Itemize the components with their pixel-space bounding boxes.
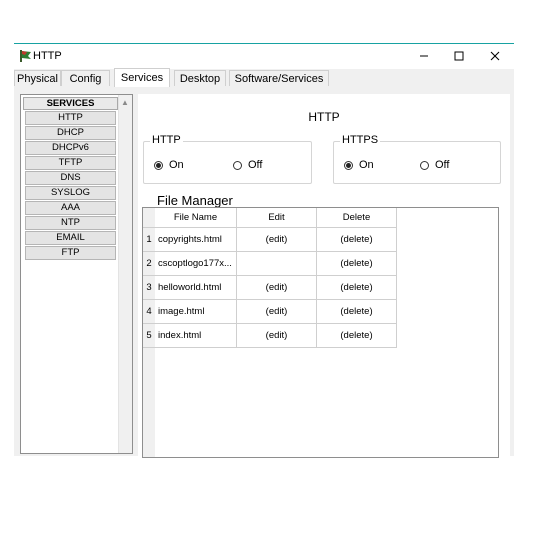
delete-link[interactable]: (delete) xyxy=(316,299,397,324)
services-content: SERVICES HTTP DHCP DHCPv6 TFTP DNS SYSLO… xyxy=(16,87,512,458)
radio-unselected-icon xyxy=(233,160,242,170)
service-item-ftp[interactable]: FTP xyxy=(25,246,116,260)
services-header: SERVICES xyxy=(23,97,118,110)
services-list: SERVICES HTTP DHCP DHCPv6 TFTP DNS SYSLO… xyxy=(23,97,118,261)
services-list-panel: SERVICES HTTP DHCP DHCPv6 TFTP DNS SYSLO… xyxy=(20,94,133,454)
file-manager-title: File Manager xyxy=(157,193,233,208)
panel-title: HTTP xyxy=(308,110,340,124)
row-index: 4 xyxy=(143,299,155,324)
file-name-cell[interactable]: cscoptlogo177x... xyxy=(155,251,237,276)
file-name-cell[interactable]: helloworld.html xyxy=(155,275,237,300)
table-row: 4 image.html (edit) (delete) xyxy=(143,299,397,324)
table-row: 1 copyrights.html (edit) (delete) xyxy=(143,227,397,252)
scroll-up-arrow-icon[interactable]: ▲ xyxy=(121,98,129,107)
tab-software-services[interactable]: Software/Services xyxy=(229,70,329,86)
table-row: 5 index.html (edit) (delete) xyxy=(143,323,397,348)
http-off-label: Off xyxy=(248,159,263,171)
edit-link[interactable]: (edit) xyxy=(236,299,317,324)
tab-services[interactable]: Services xyxy=(114,68,170,87)
service-item-dhcpv6[interactable]: DHCPv6 xyxy=(25,141,116,155)
file-manager-table: File Name Edit Delete 1 copyrights.html … xyxy=(143,208,397,348)
minimize-icon xyxy=(420,55,428,57)
delete-link[interactable]: (delete) xyxy=(316,323,397,348)
tab-desktop[interactable]: Desktop xyxy=(174,70,226,86)
http-service-panel: HTTP HTTP On Off HTTPS On Off File Manag… xyxy=(138,94,510,458)
column-header-delete: Delete xyxy=(316,208,397,228)
index-header xyxy=(143,208,155,228)
edit-link[interactable]: (edit) xyxy=(236,323,317,348)
close-button[interactable] xyxy=(480,46,510,66)
file-name-cell[interactable]: copyrights.html xyxy=(155,227,237,252)
maximize-button[interactable] xyxy=(444,46,474,66)
http-on-label: On xyxy=(169,159,184,171)
https-group-label: HTTPS xyxy=(340,134,381,146)
https-on-radio[interactable]: On xyxy=(344,159,374,171)
http-off-radio[interactable]: Off xyxy=(233,159,262,171)
minimize-button[interactable] xyxy=(409,46,439,66)
radio-selected-icon xyxy=(154,160,163,170)
radio-selected-icon xyxy=(344,160,353,170)
maximize-icon xyxy=(454,51,464,61)
service-item-ntp[interactable]: NTP xyxy=(25,216,116,230)
title-bar: HTTP xyxy=(14,44,514,69)
delete-link[interactable]: (delete) xyxy=(316,251,397,276)
http-group-label: HTTP xyxy=(150,134,183,146)
service-item-aaa[interactable]: AAA xyxy=(25,201,116,215)
table-row: 3 helloworld.html (edit) (delete) xyxy=(143,275,397,300)
file-name-cell[interactable]: index.html xyxy=(155,323,237,348)
app-window: HTTP Physical Config Services Desktop So… xyxy=(14,43,514,458)
row-index: 2 xyxy=(143,251,155,276)
service-item-http[interactable]: HTTP xyxy=(25,111,116,125)
service-item-tftp[interactable]: TFTP xyxy=(25,156,116,170)
column-header-file-name: File Name xyxy=(155,208,237,228)
service-item-email[interactable]: EMAIL xyxy=(25,231,116,245)
file-manager-table-box: File Name Edit Delete 1 copyrights.html … xyxy=(142,207,499,458)
http-on-radio[interactable]: On xyxy=(154,159,184,171)
window-title: HTTP xyxy=(33,50,62,62)
tab-config[interactable]: Config xyxy=(61,70,110,86)
tab-physical[interactable]: Physical xyxy=(14,70,61,86)
column-header-edit: Edit xyxy=(236,208,317,228)
row-index: 5 xyxy=(143,323,155,348)
table-row: 2 cscoptlogo177x... (delete) xyxy=(143,251,397,276)
https-off-label: Off xyxy=(435,159,450,171)
edit-link[interactable]: (edit) xyxy=(236,227,317,252)
http-group: HTTP On Off xyxy=(143,134,312,184)
row-index: 1 xyxy=(143,227,155,252)
file-name-cell[interactable]: image.html xyxy=(155,299,237,324)
edit-link xyxy=(236,251,317,276)
tab-strip: Physical Config Services Desktop Softwar… xyxy=(14,68,514,87)
table-header-row: File Name Edit Delete xyxy=(143,208,397,228)
service-item-dns[interactable]: DNS xyxy=(25,171,116,185)
packet-tracer-icon xyxy=(20,50,31,62)
services-scrollbar[interactable]: ▲ xyxy=(118,95,132,453)
service-item-syslog[interactable]: SYSLOG xyxy=(25,186,116,200)
service-item-dhcp[interactable]: DHCP xyxy=(25,126,116,140)
close-icon xyxy=(490,51,500,61)
https-off-radio[interactable]: Off xyxy=(420,159,449,171)
https-group: HTTPS On Off xyxy=(333,134,501,184)
delete-link[interactable]: (delete) xyxy=(316,227,397,252)
delete-link[interactable]: (delete) xyxy=(316,275,397,300)
radio-unselected-icon xyxy=(420,160,429,170)
https-on-label: On xyxy=(359,159,374,171)
row-index: 3 xyxy=(143,275,155,300)
edit-link[interactable]: (edit) xyxy=(236,275,317,300)
